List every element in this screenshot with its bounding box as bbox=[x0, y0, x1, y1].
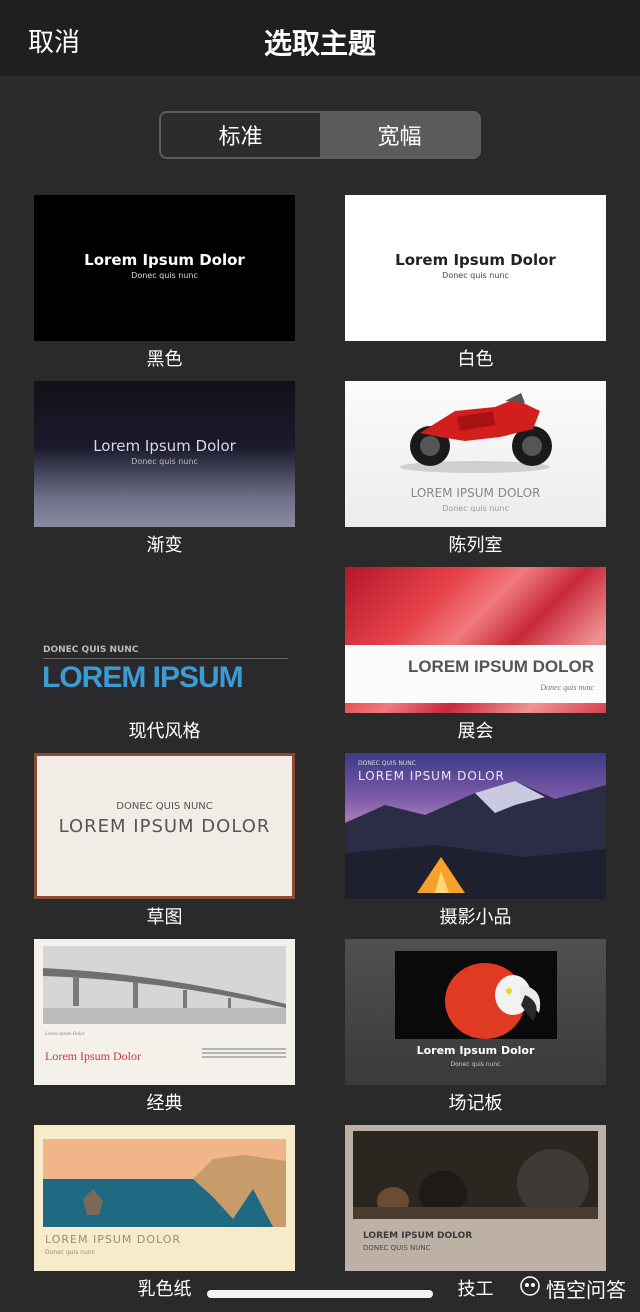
theme-title: LOREM IPSUM bbox=[42, 661, 244, 694]
theme-label-sketch: 草图 bbox=[146, 907, 183, 928]
theme-title: LOREM IPSUM DOLOR bbox=[358, 769, 505, 783]
theme-subtitle: Lorem Ipsum Dolor bbox=[45, 1032, 85, 1037]
theme-thumb-classic[interactable]: Lorem Ipsum Dolor Lorem Ipsum Dolor bbox=[34, 939, 295, 1085]
parrot-image bbox=[395, 951, 557, 1039]
theme-subtitle: DONEC QUIS NUNC bbox=[116, 801, 213, 812]
theme-title: Lorem Ipsum Dolor bbox=[416, 1044, 535, 1057]
home-indicator[interactable] bbox=[207, 1290, 433, 1298]
wukong-logo-icon bbox=[520, 1276, 540, 1301]
theme-thumb-showroom[interactable]: LOREM IPSUM DOLOR Donec quis nunc bbox=[345, 381, 606, 527]
theme-subtitle: Donec quis nunc bbox=[442, 271, 509, 280]
theme-title: Lorem Ipsum Dolor bbox=[45, 1049, 141, 1063]
theme-thumb-exhibition[interactable]: LOREM IPSUM DOLOR Donec quis nunc bbox=[345, 567, 606, 713]
theme-title: LOREM IPSUM DOLOR bbox=[58, 816, 271, 837]
page-title: 选取主题 bbox=[263, 27, 376, 60]
theme-label-classic: 经典 bbox=[146, 1093, 183, 1114]
theme-title: Lorem Ipsum Dolor bbox=[395, 251, 556, 269]
theme-label-photo: 摄影小品 bbox=[439, 907, 512, 928]
theme-subtitle: Donec quis nunc bbox=[131, 457, 198, 466]
theme-label-clapperboard: 场记板 bbox=[448, 1093, 503, 1114]
theme-title: Lorem Ipsum Dolor bbox=[84, 251, 245, 269]
slide-size-segmented-control: 标准 宽幅 bbox=[159, 111, 481, 159]
theme-subtitle: Donec quis nunc bbox=[131, 271, 198, 280]
body-text-placeholder bbox=[202, 1048, 286, 1050]
theme-thumb-modern[interactable]: DONEC QUIS NUNC LOREM IPSUM bbox=[34, 567, 295, 713]
theme-title: LOREM IPSUM DOLOR bbox=[407, 657, 594, 676]
theme-title: LOREM IPSUM DOLOR bbox=[410, 486, 541, 500]
watermark: 悟空问答 bbox=[520, 1274, 626, 1303]
bridge-image bbox=[43, 946, 286, 1024]
pottery-image bbox=[353, 1131, 598, 1219]
theme-subtitle: DONEC QUIS NUNC bbox=[43, 645, 139, 655]
theme-label-black: 黑色 bbox=[146, 349, 183, 370]
theme-label-gradient: 渐变 bbox=[146, 535, 183, 556]
seascape-image bbox=[43, 1139, 286, 1227]
theme-title: LOREM IPSUM DOLOR bbox=[363, 1231, 473, 1241]
theme-thumb-paper[interactable]: LOREM IPSUM DOLOR Donec quis nunc bbox=[34, 1125, 295, 1271]
watermark-text: 悟空问答 bbox=[546, 1278, 626, 1302]
theme-subtitle: Donec quis nunc bbox=[442, 504, 509, 513]
theme-title: LOREM IPSUM DOLOR bbox=[45, 1233, 182, 1246]
theme-label-modern: 现代风格 bbox=[128, 721, 201, 742]
segment-widescreen[interactable]: 宽幅 bbox=[320, 113, 479, 157]
theme-subtitle: DONEC QUIS NUNC bbox=[358, 760, 416, 767]
theme-thumb-gradient[interactable]: Lorem Ipsum Dolor Donec quis nunc bbox=[34, 381, 295, 527]
segment-standard[interactable]: 标准 bbox=[161, 113, 320, 157]
theme-title: Lorem Ipsum Dolor bbox=[93, 437, 236, 455]
theme-subtitle: DONEC QUIS NUNC bbox=[363, 1244, 431, 1252]
divider bbox=[43, 658, 288, 659]
navigation-bar: 取消 选取主题 bbox=[0, 0, 640, 76]
theme-subtitle: Donec quis nunc bbox=[450, 1061, 501, 1068]
theme-label-showroom: 陈列室 bbox=[448, 535, 503, 556]
theme-thumb-photo[interactable]: DONEC QUIS NUNC LOREM IPSUM DOLOR bbox=[345, 753, 606, 899]
theme-label-exhibition: 展会 bbox=[457, 721, 494, 742]
theme-thumb-craft[interactable]: LOREM IPSUM DOLOR DONEC QUIS NUNC bbox=[345, 1125, 606, 1271]
theme-thumb-black[interactable]: Lorem Ipsum Dolor Donec quis nunc bbox=[34, 195, 295, 341]
theme-thumb-clapperboard[interactable]: Lorem Ipsum Dolor Donec quis nunc bbox=[345, 939, 606, 1085]
theme-thumb-sketch[interactable]: DONEC QUIS NUNC LOREM IPSUM DOLOR bbox=[34, 753, 295, 899]
theme-subtitle: Donec quis nunc bbox=[45, 1249, 96, 1256]
theme-subtitle: Donec quis nunc bbox=[540, 683, 594, 692]
theme-label-white: 白色 bbox=[457, 349, 494, 370]
theme-thumb-white[interactable]: Lorem Ipsum Dolor Donec quis nunc bbox=[345, 195, 606, 341]
